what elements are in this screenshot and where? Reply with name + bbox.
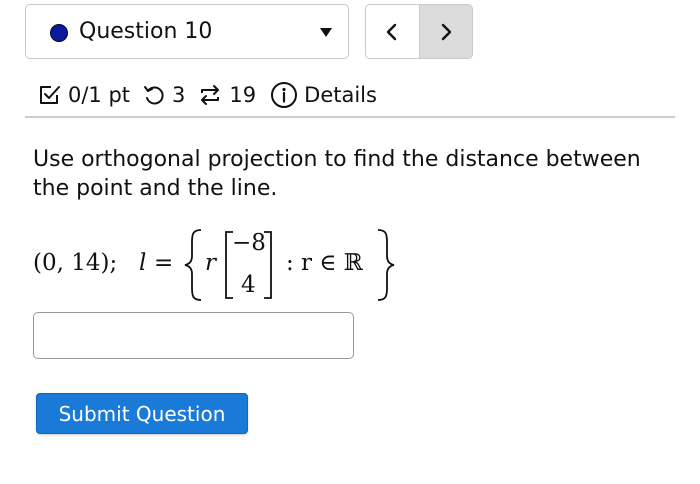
left-brace-glyph	[184, 229, 202, 301]
submissions-icon	[197, 83, 223, 107]
attempts-count: 3	[172, 83, 186, 107]
previous-question-button[interactable]	[366, 5, 420, 58]
divider	[25, 116, 675, 118]
score-text: 0/1 pt	[68, 83, 131, 107]
question-prompt: Use orthogonal projection to find the di…	[33, 147, 641, 201]
question-select-label: Question 10	[79, 19, 213, 44]
submissions-count: 19	[229, 83, 257, 107]
vector-bottom: 4	[241, 272, 256, 298]
math-line-var: l	[139, 250, 147, 276]
vector-top: −8	[232, 230, 266, 256]
details-link[interactable]: Details	[304, 83, 377, 107]
submit-question-button[interactable]: Submit Question	[36, 393, 248, 434]
right-brace-glyph	[377, 229, 395, 301]
right-bracket-glyph	[264, 231, 272, 299]
math-point: (0, 14);	[33, 250, 118, 276]
chevron-left-icon	[387, 23, 397, 40]
score-checkbox-icon	[38, 83, 62, 107]
question-info-row: 0/1 pt 3 19 Details	[38, 80, 377, 110]
retry-icon	[142, 83, 166, 107]
answer-input[interactable]	[33, 312, 354, 359]
next-question-button[interactable]	[419, 5, 472, 58]
caret-down-icon	[320, 28, 332, 37]
math-equals: =	[154, 250, 174, 276]
question-pager	[365, 4, 473, 59]
math-condition: : r ∈ ℝ	[286, 250, 363, 276]
chevron-right-icon	[441, 23, 451, 40]
info-icon[interactable]	[270, 81, 298, 109]
math-scalar: r	[205, 250, 216, 276]
question-select[interactable]: Question 10	[25, 4, 349, 59]
question-status-dot	[50, 24, 68, 42]
